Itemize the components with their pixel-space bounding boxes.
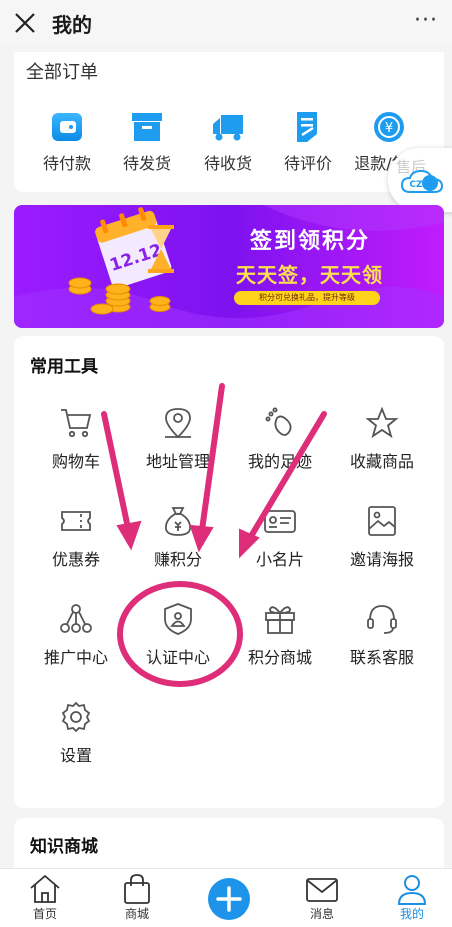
refund-icon: ¥	[374, 112, 404, 142]
tool-address-management[interactable]: 地址管理	[128, 406, 228, 472]
poster-icon	[368, 506, 396, 536]
tab-label: 消息	[309, 907, 334, 921]
tab-label: 我的	[399, 907, 424, 921]
tab-label: 首页	[32, 907, 57, 921]
location-icon	[165, 408, 191, 439]
tool-label: 邀请海报	[349, 550, 414, 569]
order-pending-receipt[interactable]: 待收货	[192, 110, 264, 174]
orders-card: 全部订单 待付款 待发货 待收货 待评价 ¥ 退款/售后	[14, 52, 444, 192]
tool-my-footprint[interactable]: 我的足迹	[230, 406, 330, 472]
coupon-icon	[61, 511, 91, 531]
tool-label: 购物车	[51, 452, 100, 471]
tool-label: 推广中心	[43, 648, 108, 667]
shield-icon	[164, 603, 192, 635]
tab-messages[interactable]: 消息	[282, 873, 362, 922]
tool-points-mall[interactable]: 积分商城	[230, 602, 330, 668]
tool-favorites[interactable]: 收藏商品	[332, 406, 432, 472]
tool-invite-poster[interactable]: 邀请海报	[332, 504, 432, 570]
truck-icon	[213, 115, 243, 141]
knowledge-section-title: 知识商城	[30, 837, 98, 857]
tool-settings[interactable]: 设置	[26, 700, 126, 766]
tool-label: 地址管理	[145, 452, 210, 471]
tool-earn-points[interactable]: 赚积分	[128, 504, 228, 570]
tab-label: 商城	[124, 907, 149, 921]
home-icon	[30, 874, 60, 903]
tab-me[interactable]: 我的	[372, 873, 452, 922]
tool-label: 赚积分	[153, 550, 202, 569]
all-orders-link[interactable]: 全部订单	[26, 58, 98, 84]
top-bar: 我的 ···	[0, 0, 452, 46]
banner-title: 签到领积分	[250, 229, 371, 254]
shopping-bag-icon	[124, 874, 150, 904]
page-title: 我的	[52, 13, 92, 37]
tool-coupons[interactable]: 优惠券	[26, 504, 126, 570]
tool-business-card[interactable]: 小名片	[230, 504, 330, 570]
tool-promotion-center[interactable]: 推广中心	[26, 602, 126, 668]
sign-in-banner[interactable]: 12.12 签到领积分 天天签，天天领 积分可兑换礼品，提升等级	[14, 205, 444, 328]
user-icon	[397, 875, 427, 905]
settings-icon	[61, 701, 91, 733]
floating-service-button[interactable]: 售后 CZ	[388, 148, 452, 212]
more-options-button[interactable]: ···	[414, 8, 438, 33]
gift-icon	[265, 606, 295, 634]
tools-card: 常用工具 购物车 地址管理 我的足迹 收藏商品 优惠券 赚积分 小名片 邀请海报…	[14, 336, 444, 808]
mail-icon	[306, 878, 338, 902]
network-icon	[60, 604, 92, 633]
tab-mall[interactable]: 商城	[97, 873, 177, 922]
tool-customer-service[interactable]: 联系客服	[332, 602, 432, 668]
tools-section-title: 常用工具	[30, 357, 98, 377]
close-icon[interactable]	[12, 10, 38, 36]
tool-label: 积分商城	[247, 648, 312, 667]
order-pending-shipment[interactable]: 待发货	[111, 110, 183, 174]
order-pending-review[interactable]: 待评价	[272, 110, 344, 174]
order-pending-payment[interactable]: 待付款	[31, 110, 103, 174]
wallet-icon	[52, 113, 82, 141]
tool-label: 优惠券	[51, 550, 100, 569]
review-icon	[297, 112, 317, 142]
banner-tagline: 积分可兑换礼品，提升等级	[234, 291, 380, 305]
box-icon	[132, 113, 162, 141]
tool-verification-center[interactable]: 认证中心	[128, 602, 228, 668]
card-icon	[264, 510, 296, 533]
money-bag-icon	[165, 507, 191, 536]
tool-label: 收藏商品	[349, 452, 414, 471]
plus-icon	[216, 886, 242, 912]
svg-text:CZ: CZ	[409, 180, 423, 190]
tool-label: 联系客服	[349, 648, 414, 667]
svg-text:¥: ¥	[385, 121, 393, 136]
tool-label: 小名片	[255, 550, 304, 569]
headset-icon	[367, 605, 397, 634]
tool-shopping-cart[interactable]: 购物车	[26, 406, 126, 472]
tab-home[interactable]: 首页	[5, 873, 85, 922]
star-icon	[365, 406, 399, 439]
tool-label: 我的足迹	[247, 452, 312, 471]
order-item-label: 待评价	[283, 154, 332, 173]
banner-subtitle: 天天签，天天领	[236, 263, 383, 287]
order-item-label: 待付款	[42, 154, 91, 173]
cart-icon	[61, 409, 92, 438]
tool-label: 认证中心	[145, 648, 210, 667]
order-item-label: 待发货	[122, 154, 171, 173]
footprint-icon	[265, 407, 292, 436]
tool-label: 设置	[59, 746, 92, 765]
cloud-icon: CZ	[400, 169, 444, 193]
order-item-label: 待收货	[203, 154, 252, 173]
add-button[interactable]	[208, 878, 250, 920]
